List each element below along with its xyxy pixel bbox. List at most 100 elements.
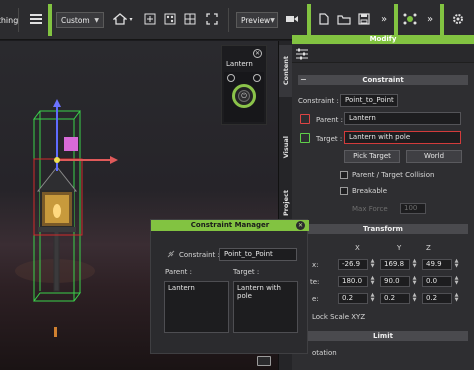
- frame-selection-icon[interactable]: [202, 9, 222, 29]
- light-widget-body: ⏻: [224, 72, 264, 122]
- home-view-icon[interactable]: [110, 9, 130, 29]
- settings-gear-icon[interactable]: [448, 9, 468, 29]
- tab-visual-label: Visual: [282, 135, 290, 159]
- rotation-x-input[interactable]: 180.0: [338, 276, 368, 287]
- expand-chevron-icon[interactable]: »: [374, 9, 394, 29]
- constraint-type-field: Point_to_Point: [340, 94, 398, 107]
- expand-chevron-icon[interactable]: »: [420, 9, 440, 29]
- camera-preset-value: Custom: [61, 15, 90, 25]
- breakable-label: Breakable: [352, 187, 388, 195]
- max-force-label: Max Force: [352, 205, 388, 213]
- list-item[interactable]: Lantern: [168, 284, 225, 292]
- limit-section-header[interactable]: − Limit: [298, 331, 468, 341]
- target-label: Target :: [316, 135, 343, 143]
- transform-section-header[interactable]: − Transform: [298, 224, 468, 234]
- x-header: X: [355, 244, 360, 252]
- new-file-icon[interactable]: [314, 9, 334, 29]
- stepper-icon[interactable]: ▲ ▼: [453, 293, 460, 304]
- target-pick-icon[interactable]: [300, 133, 310, 143]
- cm-constraint-label: Constraint :: [179, 251, 220, 259]
- light-intensity-knob[interactable]: ⏻: [232, 84, 256, 108]
- collision-label: Parent / Target Collision: [352, 171, 435, 179]
- cm-target-label: Target :: [233, 268, 260, 276]
- light-widget-panel: ✕ Lantern ⏻: [221, 45, 267, 125]
- scale-x-input[interactable]: 0.2: [338, 293, 368, 304]
- render-mode-value: Preview: [241, 15, 271, 25]
- scale-z-input[interactable]: 0.2: [422, 293, 452, 304]
- sliders-icon[interactable]: [295, 48, 309, 60]
- chevron-down-icon: ▼: [94, 16, 99, 24]
- parent-field[interactable]: Lantern: [344, 112, 461, 125]
- rotation-limit-label: otation: [312, 349, 337, 357]
- home-view-caret-icon[interactable]: ▾: [128, 9, 134, 29]
- close-icon[interactable]: ✕: [253, 49, 262, 58]
- parent-label: Parent :: [316, 116, 343, 124]
- breakable-checkbox[interactable]: [340, 187, 348, 195]
- toolbar-separator: [18, 8, 19, 32]
- camera-preset-dropdown[interactable]: Custom ▼: [56, 12, 104, 28]
- z-header: Z: [426, 244, 431, 252]
- transform-section-title: Transform: [363, 225, 403, 233]
- stepper-icon[interactable]: ▲ ▼: [369, 276, 376, 287]
- stepper-icon[interactable]: ▲ ▼: [411, 293, 418, 304]
- target-field[interactable]: Lantern with pole: [344, 131, 461, 144]
- position-y-input[interactable]: 169.8: [380, 259, 410, 270]
- light-toggle-icon[interactable]: [227, 74, 235, 82]
- stepper-icon[interactable]: ▲ ▼: [369, 259, 376, 270]
- toolbar-group-marker: [307, 4, 311, 36]
- scene-overview-icon[interactable]: [160, 9, 180, 29]
- stepper-icon[interactable]: ▲ ▼: [411, 276, 418, 287]
- y-header: Y: [397, 244, 402, 252]
- camera-record-icon[interactable]: [282, 9, 302, 29]
- position-label: x:: [312, 261, 319, 269]
- light-color-icon[interactable]: [253, 74, 261, 82]
- stepper-icon[interactable]: ▲ ▼: [453, 276, 460, 287]
- tab-visual[interactable]: Visual: [279, 121, 293, 173]
- save-icon[interactable]: [354, 9, 374, 29]
- collision-checkbox[interactable]: [340, 171, 348, 179]
- zoom-fit-icon[interactable]: [140, 9, 160, 29]
- modify-icon-row: [292, 45, 474, 63]
- pick-target-button[interactable]: Pick Target: [344, 150, 400, 163]
- cm-target-list[interactable]: Lantern with pole: [233, 281, 298, 333]
- modify-header: Modify: [292, 35, 474, 44]
- stepper-icon[interactable]: ▲ ▼: [411, 259, 418, 270]
- render-mode-dropdown[interactable]: Preview ▼: [236, 12, 278, 28]
- view-grid-icon[interactable]: [180, 9, 200, 29]
- keyboard-icon[interactable]: [257, 356, 271, 366]
- constraint-section-header[interactable]: − Constraint: [298, 75, 468, 85]
- modify-panel: Modify − Constraint Constraint : Point_t…: [292, 35, 474, 370]
- constraint-label: Constraint :: [298, 97, 339, 105]
- rotation-y-input[interactable]: 90.0: [380, 276, 410, 287]
- cm-constraint-field: Point_to_Point: [219, 248, 297, 261]
- position-z-input[interactable]: 49.9: [422, 259, 452, 270]
- cm-parent-list[interactable]: Lantern: [164, 281, 229, 333]
- list-item[interactable]: Lantern with pole: [237, 284, 294, 300]
- physics-nodes-icon[interactable]: [400, 9, 420, 29]
- link-icon: [167, 250, 175, 258]
- toolbar-group-marker: [394, 4, 398, 36]
- open-folder-icon[interactable]: [334, 9, 354, 29]
- stepper-icon[interactable]: ▲ ▼: [453, 259, 460, 270]
- light-widget-title: Lantern: [226, 60, 253, 68]
- limit-section-title: Limit: [373, 332, 393, 340]
- stepper-icon[interactable]: ▲ ▼: [369, 293, 376, 304]
- toolbar-partial-label: thing: [0, 15, 19, 25]
- world-button[interactable]: World: [406, 150, 462, 163]
- collapse-icon: −: [300, 75, 307, 84]
- close-icon[interactable]: ✕: [296, 221, 305, 230]
- tab-content[interactable]: Content: [279, 45, 293, 97]
- position-x-input[interactable]: -26.9: [338, 259, 368, 270]
- parent-pick-icon[interactable]: [300, 114, 310, 124]
- power-icon: ⏻: [238, 90, 250, 102]
- max-force-input: 100: [400, 203, 426, 214]
- toolbar-separator: [228, 8, 229, 32]
- rotation-z-input[interactable]: 0.0: [422, 276, 452, 287]
- cm-parent-label: Parent :: [165, 268, 192, 276]
- scale-y-input[interactable]: 0.2: [380, 293, 410, 304]
- tab-content-label: Content: [282, 56, 290, 86]
- lock-scale-label[interactable]: Lock Scale XYZ: [312, 313, 365, 321]
- scale-label: e:: [312, 295, 319, 303]
- hamburger-menu-icon[interactable]: [26, 9, 46, 29]
- constraint-manager-title: Constraint Manager: [151, 220, 309, 231]
